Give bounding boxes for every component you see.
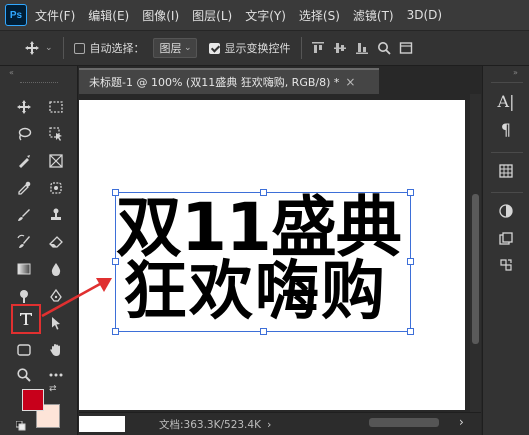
menu-edit[interactable]: 编辑(E) — [88, 7, 129, 24]
menu-file[interactable]: 文件(F) — [35, 7, 75, 24]
character-panel-icon[interactable]: A| — [495, 90, 517, 112]
move-tool-icon[interactable] — [13, 96, 35, 118]
patch-tool-icon[interactable] — [45, 177, 67, 199]
align-top-icon[interactable] — [310, 40, 326, 56]
divider — [491, 192, 523, 193]
type-tool-button[interactable] — [11, 304, 41, 334]
document-tab[interactable]: 未标题-1 @ 100% (双11盛典 狂欢嗨购, RGB/8) * × — [79, 68, 379, 94]
transform-handle-bc[interactable] — [260, 328, 267, 335]
crop-brush-icon[interactable] — [13, 150, 35, 172]
divider — [300, 37, 302, 59]
hand-tool-icon[interactable] — [45, 339, 67, 361]
text-layer-line2[interactable]: 狂欢嗨购 — [123, 260, 387, 324]
dropdown-value: 图层 — [159, 42, 182, 55]
transform-handle-mr[interactable] — [407, 258, 414, 265]
close-icon[interactable]: × — [345, 75, 355, 89]
canvas-area: 双11盛典 狂欢嗨购 — [79, 94, 481, 412]
align-vcenter-icon[interactable] — [332, 40, 348, 56]
right-dock: » A| ¶ — [482, 66, 529, 435]
collapse-icon[interactable]: « — [9, 68, 14, 77]
shape-tool-icon[interactable] — [13, 339, 35, 361]
menu-filter[interactable]: 滤镜(T) — [353, 7, 394, 24]
divider — [62, 37, 64, 59]
status-bar: 文档:363.3K/523.4K › › — [79, 412, 481, 435]
workspace-icon[interactable] — [398, 40, 414, 56]
scroll-right-icon[interactable]: › — [459, 415, 464, 429]
document-canvas[interactable]: 双11盛典 狂欢嗨购 — [79, 100, 465, 410]
object-select-icon[interactable] — [45, 123, 67, 145]
zoom-tool-icon[interactable] — [13, 364, 35, 386]
gradient-tool-icon[interactable] — [13, 258, 35, 280]
expand-icon[interactable]: » — [513, 68, 518, 77]
marquee-tool-icon[interactable] — [45, 96, 67, 118]
transform-handle-tc[interactable] — [260, 189, 267, 196]
auto-select-label: 自动选择： — [89, 42, 145, 55]
menu-type[interactable]: 文字(Y) — [245, 7, 286, 24]
history-brush-icon[interactable] — [13, 231, 35, 253]
more-tools-icon[interactable] — [45, 364, 67, 386]
show-transform-checkbox[interactable] — [208, 42, 220, 54]
vertical-scrollbar[interactable] — [470, 94, 481, 412]
menu-image[interactable]: 图像(I) — [142, 7, 179, 24]
show-transform-label: 显示变换控件 — [224, 42, 291, 55]
transform-handle-br[interactable] — [407, 328, 414, 335]
scrollbar-thumb[interactable] — [472, 194, 479, 344]
horizontal-scrollbar-thumb[interactable] — [369, 418, 439, 427]
menu-select[interactable]: 选择(S) — [299, 7, 340, 24]
swap-colors-icon[interactable]: ⇄ — [49, 384, 57, 394]
grip — [20, 82, 58, 85]
eyedropper-tool-icon[interactable] — [13, 177, 35, 199]
move-tool-icon[interactable] — [24, 40, 40, 56]
ps-logo[interactable]: Ps — [5, 4, 27, 26]
options-bar: ⌄ 自动选择： 图层 ⌄ 显示变换控件 — [0, 30, 529, 66]
menu-3d[interactable]: 3D(D) — [407, 8, 442, 22]
menu-bar: Ps 文件(F) 编辑(E) 图像(I) 图层(L) 文字(Y) 选择(S) 滤… — [0, 0, 529, 30]
default-colors-icon[interactable] — [15, 416, 26, 431]
text-layer-line1[interactable]: 双11盛典 — [116, 195, 402, 261]
photoshop-window: Ps 文件(F) 编辑(E) 图像(I) 图层(L) 文字(Y) 选择(S) 滤… — [0, 0, 529, 435]
align-bottom-icon[interactable] — [354, 40, 370, 56]
transform-handle-ml[interactable] — [112, 258, 119, 265]
divider — [491, 152, 523, 153]
brush-tool-icon[interactable] — [13, 204, 35, 226]
lasso-tool-icon[interactable] — [13, 123, 35, 145]
chevron-down-icon: ⌄ — [184, 43, 192, 53]
divider — [491, 82, 523, 83]
layers-panel-icon[interactable] — [495, 228, 517, 250]
transform-handle-tr[interactable] — [407, 189, 414, 196]
foreground-color-swatch[interactable] — [22, 389, 44, 411]
search-icon[interactable] — [376, 40, 392, 56]
history-panel-icon[interactable] — [495, 254, 517, 276]
annotation-arrow — [41, 278, 112, 318]
stamp-tool-icon[interactable] — [45, 204, 67, 226]
zoom-level-field[interactable] — [79, 416, 125, 432]
tools-panel: « ⇄ — [0, 66, 78, 435]
document-tab-bar: 未标题-1 @ 100% (双11盛典 狂欢嗨购, RGB/8) * × — [79, 68, 481, 94]
auto-select-checkbox[interactable] — [73, 42, 85, 54]
auto-select-dropdown[interactable]: 图层 ⌄ — [152, 38, 197, 58]
menu-layer[interactable]: 图层(L) — [192, 7, 232, 24]
tool-preset-chevron-icon[interactable]: ⌄ — [45, 43, 53, 53]
transform-handle-tl[interactable] — [112, 189, 119, 196]
transform-handle-bl[interactable] — [112, 328, 119, 335]
adjustments-panel-icon[interactable] — [495, 200, 517, 222]
eraser-tool-icon[interactable] — [45, 231, 67, 253]
document-info: 文档:363.3K/523.4K — [159, 418, 261, 431]
status-menu-arrow-icon[interactable]: › — [267, 418, 271, 431]
frame-tool-icon[interactable] — [45, 150, 67, 172]
paragraph-panel-icon[interactable]: ¶ — [495, 118, 517, 140]
document-tab-title: 未标题-1 @ 100% (双11盛典 狂欢嗨购, RGB/8) * — [89, 76, 340, 89]
table-panel-icon[interactable] — [495, 160, 517, 182]
type-tool-icon — [20, 313, 32, 325]
